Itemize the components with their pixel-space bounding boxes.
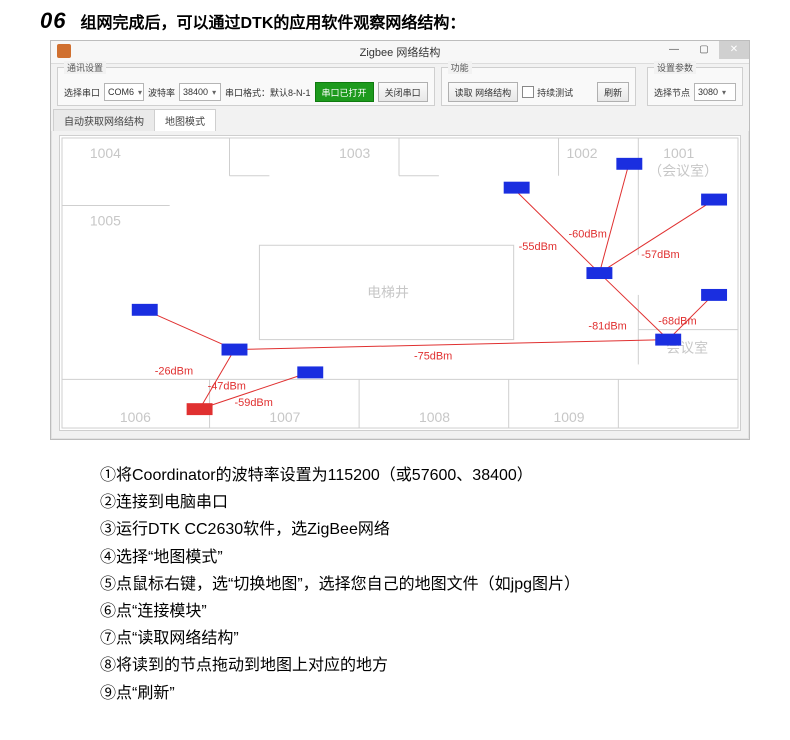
section-title: 组网完成后，可以通过DTK的应用软件观察网络结构： — [80, 9, 465, 33]
format-label: 串口格式：默认8-N-1 — [225, 86, 311, 99]
room-1003: 1003 — [339, 145, 370, 161]
step-9: ⑨点“刷新” — [100, 680, 760, 707]
maximize-button[interactable]: ▢ — [689, 41, 719, 59]
step-7: ⑦点“读取网络结构” — [100, 625, 760, 652]
map-canvas[interactable]: 1004 1003 1002 1001 （会议室） 1005 电梯井 会议室 1… — [59, 135, 741, 431]
step-4: ④选择“地图模式” — [100, 544, 760, 571]
ribbon: 通讯设置 选择串口 COM6 波特率 38400 串口格式：默认8-N-1 串口… — [51, 64, 749, 109]
room-1009: 1009 — [554, 409, 585, 425]
room-1005: 1005 — [90, 212, 121, 228]
dbm-59: -59dBm — [234, 397, 272, 409]
step-2: ②连接到电脑串口 — [100, 489, 760, 516]
step-8: ⑧将读到的节点拖动到地图上对应的地方 — [100, 652, 760, 679]
refresh-button[interactable]: 刷新 — [597, 82, 629, 102]
group-func-title: 功能 — [448, 61, 472, 74]
step-5: ⑤点鼠标右键，选“切换地图”，选择您自己的地图文件（如jpg图片） — [100, 571, 760, 598]
app-window: Zigbee 网络结构 — ▢ ✕ 通讯设置 选择串口 COM6 波特率 384… — [50, 40, 750, 440]
room-1004: 1004 — [90, 145, 121, 161]
room-1006: 1006 — [120, 409, 151, 425]
room-1002: 1002 — [567, 145, 598, 161]
step-3: ③运行DTK CC2630软件，选ZigBee网络 — [100, 516, 760, 543]
close-button[interactable]: ✕ — [719, 41, 749, 59]
port-select[interactable]: COM6 — [104, 83, 144, 101]
dbm-60: -60dBm — [569, 228, 607, 240]
node-select[interactable]: 3080 — [694, 83, 736, 101]
dbm-57: -57dBm — [641, 249, 679, 261]
continuous-test-checkbox[interactable]: 持续测试 — [522, 86, 573, 99]
dbm-75: -75dBm — [414, 350, 452, 362]
group-comm-title: 通讯设置 — [64, 61, 106, 74]
node-label: 选择节点 — [654, 86, 690, 99]
group-param: 设置参数 选择节点 3080 — [647, 67, 743, 106]
minimize-button[interactable]: — — [659, 41, 689, 59]
section-number: 06 — [40, 8, 66, 34]
group-comm: 通讯设置 选择串口 COM6 波特率 38400 串口格式：默认8-N-1 串口… — [57, 67, 435, 106]
open-port-button[interactable]: 串口已打开 — [315, 82, 374, 102]
dbm-55: -55dBm — [519, 241, 557, 253]
group-param-title: 设置参数 — [654, 61, 696, 74]
tab-auto-layout[interactable]: 自动获取网络结构 — [53, 109, 155, 131]
dbm-81: -81dBm — [588, 321, 626, 333]
checkbox-icon — [522, 86, 534, 98]
window-controls: — ▢ ✕ — [659, 41, 749, 59]
tab-strip: 自动获取网络结构 地图模式 — [51, 109, 749, 131]
group-func: 功能 读取 网络结构 持续测试 刷新 — [441, 67, 637, 106]
section-heading: 06 组网完成后，可以通过DTK的应用软件观察网络结构： — [40, 8, 760, 34]
room-1007: 1007 — [269, 409, 300, 425]
dbm-26: -26dBm — [155, 365, 193, 377]
room-1001: 1001 — [663, 145, 694, 161]
baud-label: 波特率 — [148, 86, 175, 99]
read-network-button[interactable]: 读取 网络结构 — [448, 82, 519, 102]
dbm-68: -68dBm — [658, 316, 696, 328]
room-center: 电梯井 — [367, 284, 409, 300]
step-6: ⑥点“连接模块” — [100, 598, 760, 625]
app-icon — [57, 44, 71, 58]
network-nodes[interactable] — [132, 158, 727, 415]
steps-list: ①将Coordinator的波特率设置为115200（或57600、38400）… — [100, 462, 760, 707]
room-1001-sub: （会议室） — [648, 163, 718, 179]
port-label: 选择串口 — [64, 86, 100, 99]
close-port-button[interactable]: 关闭串口 — [378, 82, 428, 102]
window-title: Zigbee 网络结构 — [360, 44, 441, 60]
step-1: ①将Coordinator的波特率设置为115200（或57600、38400） — [100, 462, 760, 489]
tab-map-mode[interactable]: 地图模式 — [154, 109, 216, 131]
room-1008: 1008 — [419, 409, 450, 425]
dbm-47: -47dBm — [208, 380, 246, 392]
baud-select[interactable]: 38400 — [179, 83, 221, 101]
titlebar: Zigbee 网络结构 — ▢ ✕ — [51, 41, 749, 64]
